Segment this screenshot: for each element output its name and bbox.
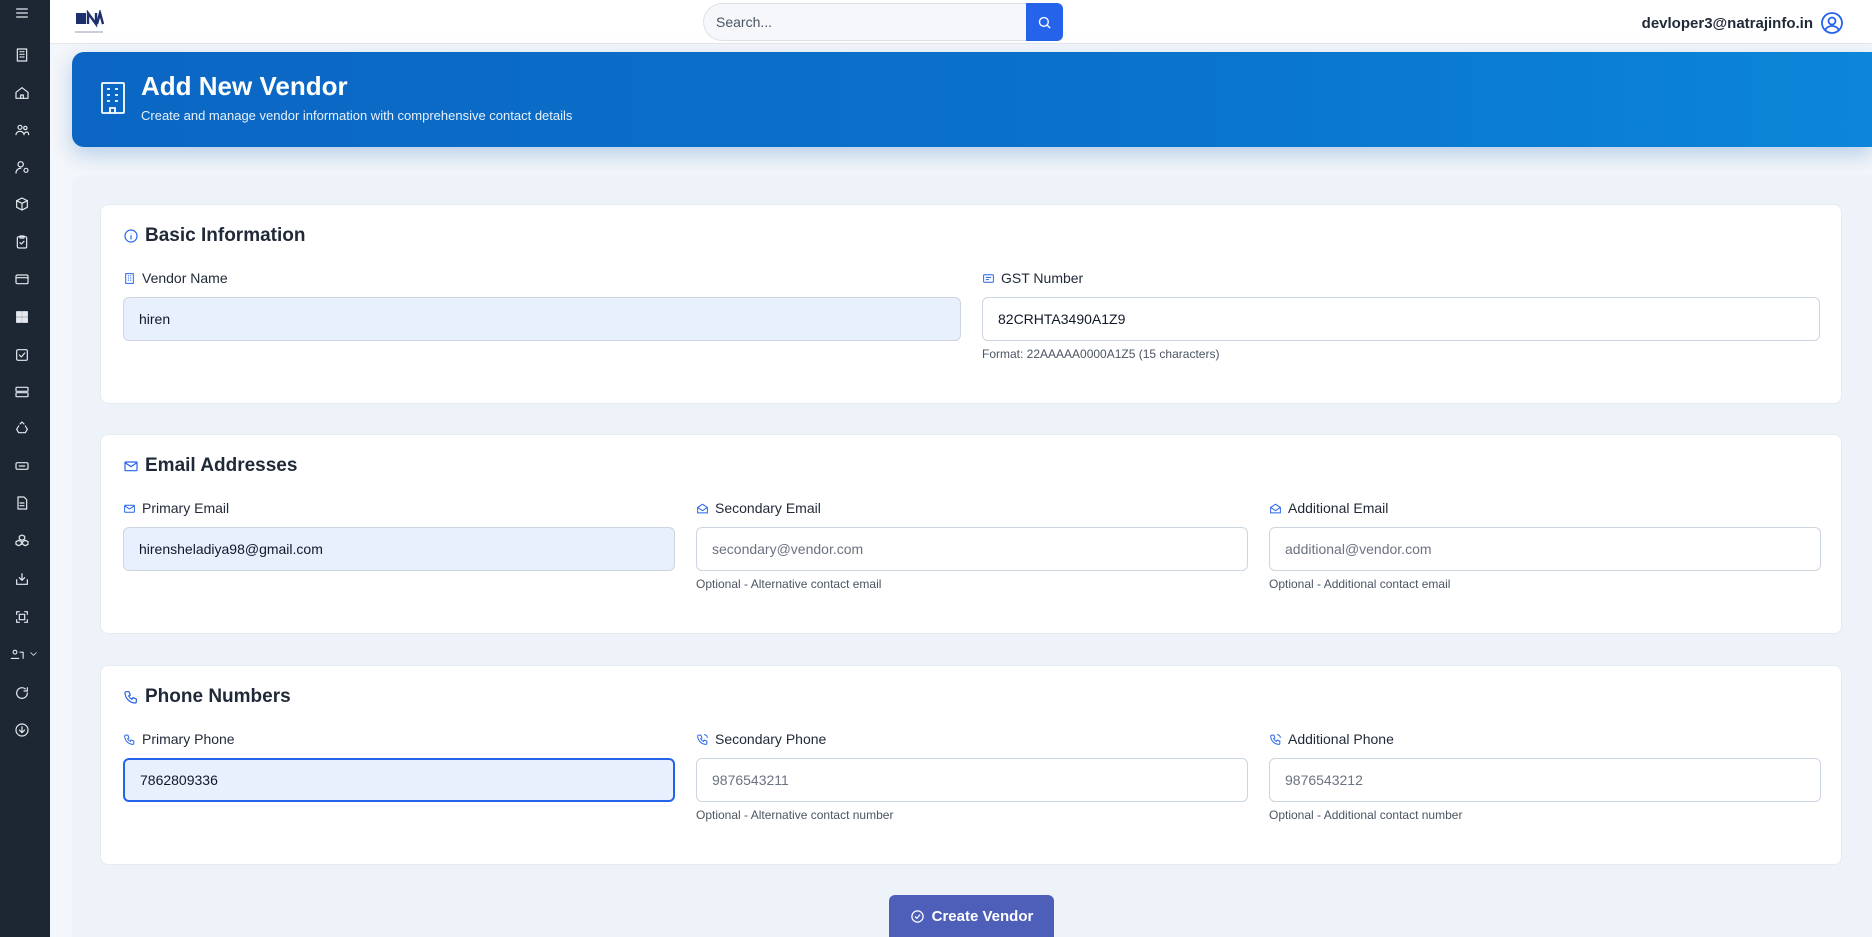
dashboard-icon[interactable] xyxy=(0,302,44,332)
scan-icon[interactable] xyxy=(0,602,44,632)
building-icon xyxy=(100,81,126,115)
phone-call-icon xyxy=(1270,733,1281,745)
secondary-phone-input[interactable] xyxy=(696,758,1248,802)
checklist-icon[interactable] xyxy=(0,340,44,370)
clipboard-check-icon[interactable] xyxy=(0,227,44,257)
home-icon[interactable] xyxy=(0,78,44,108)
inbox-download-icon[interactable] xyxy=(0,564,44,594)
user-avatar-icon xyxy=(1821,12,1843,34)
additional-email-field: Additional Email Optional - Additional c… xyxy=(1269,498,1821,591)
user-settings-icon[interactable] xyxy=(0,152,44,182)
secondary-email-input[interactable] xyxy=(696,527,1248,571)
user-email: devloper3@natrajinfo.in xyxy=(1641,14,1813,32)
secondary-email-hint: Optional - Alternative contact email xyxy=(696,577,882,591)
phone-numbers-card: Phone Numbers Primary Phone Secondary Ph… xyxy=(100,665,1842,865)
phone-icon xyxy=(124,734,135,745)
secondary-phone-field: Secondary Phone Optional - Alternative c… xyxy=(696,729,1248,822)
additional-phone-label: Additional Phone xyxy=(1269,729,1821,749)
company-logo[interactable] xyxy=(74,8,105,35)
secondary-phone-label: Secondary Phone xyxy=(696,729,1248,749)
box-icon[interactable] xyxy=(0,189,44,219)
recycle-icon[interactable] xyxy=(0,413,44,443)
phone-numbers-title: Phone Numbers xyxy=(123,686,291,708)
primary-email-label: Primary Email xyxy=(123,498,675,518)
envelope-icon xyxy=(124,461,138,472)
additional-email-input[interactable] xyxy=(1269,527,1821,571)
envelope-icon xyxy=(124,504,135,513)
server-icon[interactable] xyxy=(0,377,44,407)
info-icon xyxy=(124,229,138,243)
search-bar xyxy=(703,3,1063,41)
building-icon[interactable] xyxy=(0,40,44,70)
gst-format-hint: Format: 22AAAAA0000A1Z5 (15 characters) xyxy=(982,347,1220,361)
primary-phone-label: Primary Phone xyxy=(123,729,675,749)
additional-email-label: Additional Email xyxy=(1269,498,1821,518)
additional-phone-hint: Optional - Additional contact number xyxy=(1269,808,1463,822)
id-card-icon xyxy=(983,273,994,283)
menu-icon[interactable] xyxy=(0,0,44,28)
primary-email-field: Primary Email xyxy=(123,498,675,571)
primary-phone-input[interactable] xyxy=(123,758,675,802)
additional-phone-field: Additional Phone Optional - Additional c… xyxy=(1269,729,1821,822)
building-icon xyxy=(125,272,134,284)
gst-number-input[interactable] xyxy=(982,297,1820,341)
gst-number-field: GST Number Format: 22AAAAA0000A1Z5 (15 c… xyxy=(982,268,1820,361)
vendor-name-input[interactable] xyxy=(123,297,961,341)
vendor-form: Basic Information Vendor Name GST Number… xyxy=(72,175,1872,937)
cubes-icon[interactable] xyxy=(0,526,44,556)
page-subtitle: Create and manage vendor information wit… xyxy=(141,108,573,123)
primary-phone-field: Primary Phone xyxy=(123,729,675,802)
envelope-open-icon xyxy=(1270,503,1281,513)
refresh-icon[interactable] xyxy=(0,678,44,708)
page-header: Add New Vendor Create and manage vendor … xyxy=(72,52,1872,147)
team-dropdown-icon[interactable] xyxy=(0,639,48,669)
check-circle-icon xyxy=(910,909,924,923)
basic-information-title: Basic Information xyxy=(123,225,305,247)
secondary-phone-hint: Optional - Alternative contact number xyxy=(696,808,894,822)
gst-number-label: GST Number xyxy=(982,268,1820,288)
credit-card-icon[interactable] xyxy=(0,264,44,294)
secondary-email-field: Secondary Email Optional - Alternative c… xyxy=(696,498,1248,591)
phone-call-icon xyxy=(697,733,708,745)
topbar: devloper3@natrajinfo.in xyxy=(50,0,1872,44)
search-input[interactable] xyxy=(703,3,1026,41)
create-vendor-button[interactable]: Create Vendor xyxy=(889,895,1054,937)
download-circle-icon[interactable] xyxy=(0,715,44,745)
search-icon xyxy=(1038,16,1051,29)
vendor-name-label: Vendor Name xyxy=(123,268,961,288)
ticket-icon[interactable] xyxy=(0,451,44,481)
secondary-email-label: Secondary Email xyxy=(696,498,1248,518)
vendor-name-field: Vendor Name xyxy=(123,268,961,341)
page-title: Add New Vendor xyxy=(141,71,348,101)
email-addresses-card: Email Addresses Primary Email Secondary … xyxy=(100,434,1842,634)
additional-email-hint: Optional - Additional contact email xyxy=(1269,577,1451,591)
email-addresses-title: Email Addresses xyxy=(123,455,297,477)
user-menu[interactable]: devloper3@natrajinfo.in xyxy=(1642,11,1844,35)
search-button[interactable] xyxy=(1026,3,1063,41)
envelope-open-icon xyxy=(697,503,708,513)
primary-email-input[interactable] xyxy=(123,527,675,571)
basic-information-card: Basic Information Vendor Name GST Number… xyxy=(100,204,1842,404)
additional-phone-input[interactable] xyxy=(1269,758,1821,802)
document-icon[interactable] xyxy=(0,488,44,518)
sidebar xyxy=(0,0,50,937)
users-icon[interactable] xyxy=(0,115,44,145)
phone-icon xyxy=(124,691,137,704)
